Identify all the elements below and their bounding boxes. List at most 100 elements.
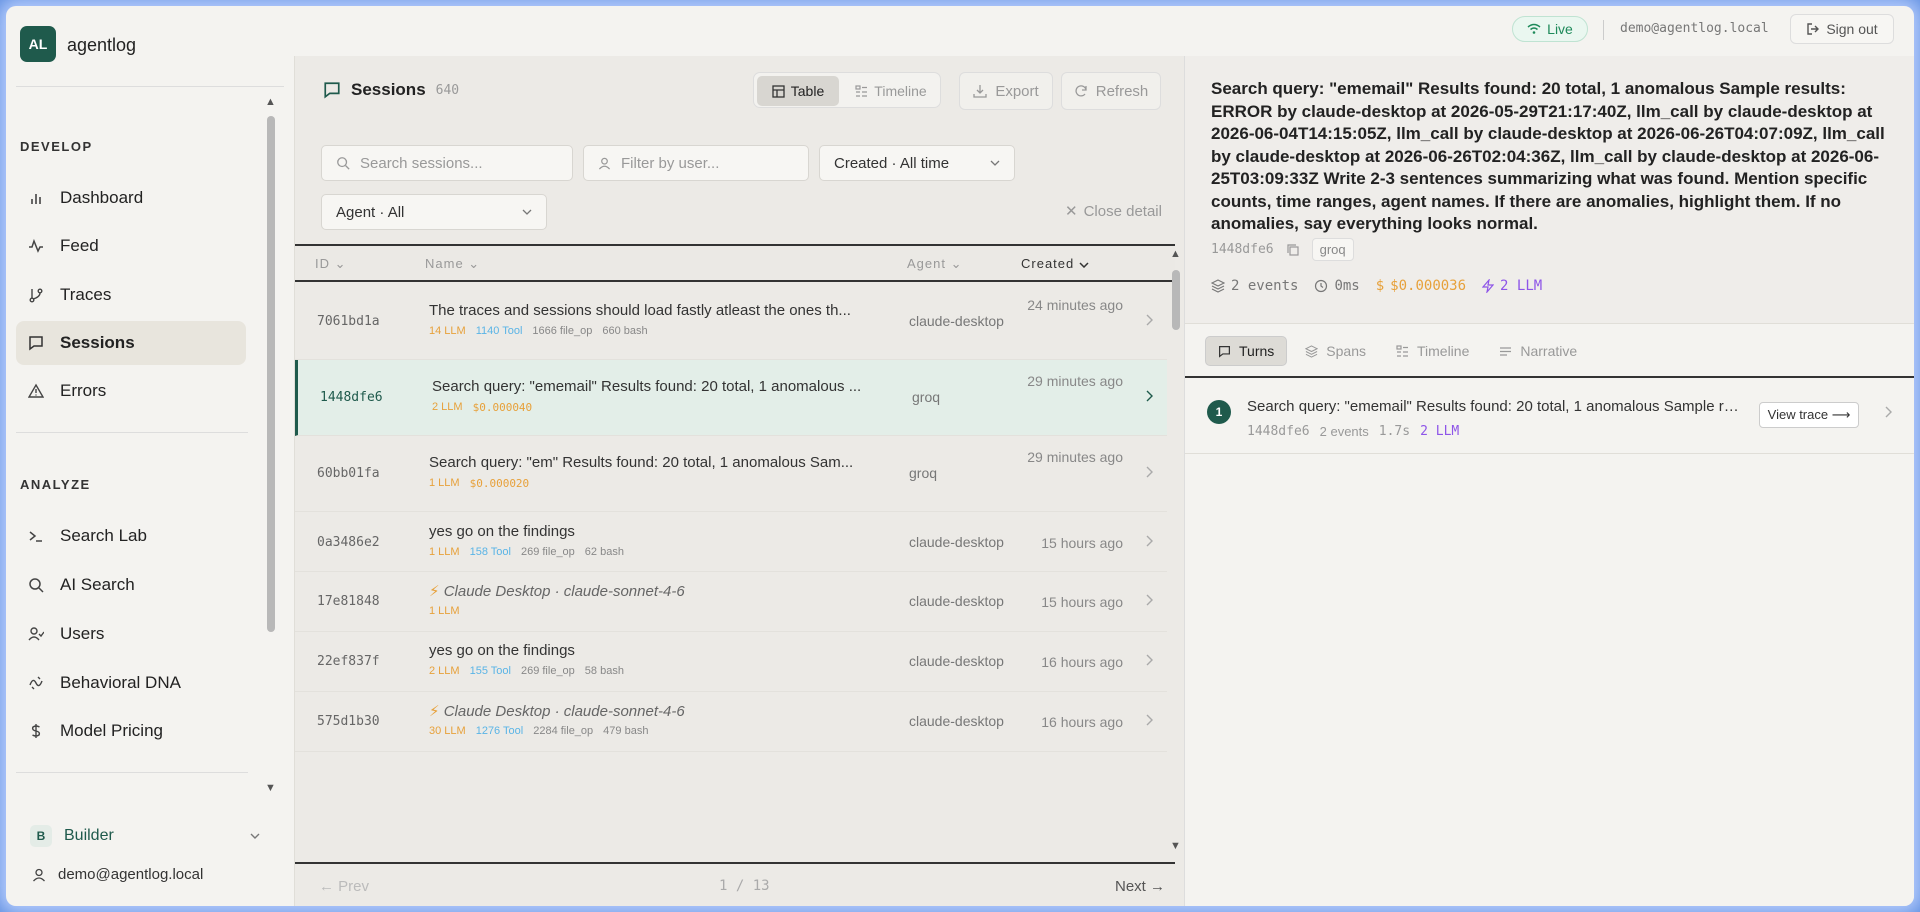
turn-title: Search query: "ememail" Results found: 2… bbox=[1247, 398, 1747, 415]
chevron-right-icon[interactable] bbox=[1146, 714, 1153, 726]
chevron-right-icon[interactable] bbox=[1146, 594, 1153, 606]
turn-duration: 1.7s bbox=[1378, 424, 1411, 439]
tab-table[interactable]: Table bbox=[757, 76, 839, 106]
divider bbox=[1603, 20, 1604, 40]
column-name[interactable]: Name ⌄ bbox=[425, 256, 480, 272]
session-tags: 1 LLM bbox=[429, 605, 460, 617]
sidebar-scrollbar[interactable]: ▲ ▼ bbox=[264, 96, 278, 796]
sidebar-item-sessions[interactable]: Sessions bbox=[16, 321, 246, 365]
session-tags: 2 LLM 155 Tool 269 file_op 58 bash bbox=[429, 665, 624, 677]
tab-timeline[interactable]: Timeline bbox=[844, 76, 938, 106]
table-row[interactable]: 575d1b30 ⚡ Claude Desktop · claude-sonnet… bbox=[295, 692, 1167, 752]
lightning-icon: ⚡ bbox=[429, 583, 444, 600]
export-button[interactable]: Export bbox=[959, 72, 1053, 110]
scroll-down-icon[interactable]: ▼ bbox=[265, 782, 276, 794]
table-scrollbar[interactable]: ▲ ▼ bbox=[1169, 244, 1183, 854]
session-created: 16 hours ago bbox=[1041, 714, 1123, 730]
tag-tool: 1276 Tool bbox=[475, 725, 524, 737]
turn-row[interactable]: 1 Search query: "ememail" Results found:… bbox=[1185, 378, 1914, 454]
view-trace-button[interactable]: View trace ⟶ bbox=[1759, 402, 1859, 428]
cost-value: $0.000036 bbox=[1390, 278, 1467, 294]
session-id: 1448dfe6 bbox=[320, 390, 383, 405]
dna-icon bbox=[28, 675, 46, 691]
scroll-up-icon[interactable]: ▲ bbox=[265, 96, 276, 108]
branch-icon bbox=[28, 287, 46, 303]
session-agent: claude-desktop bbox=[909, 534, 1004, 550]
created-filter-select[interactable]: Created · All time bbox=[819, 145, 1015, 181]
table-row[interactable]: 60bb01fa Search query: "em" Results found… bbox=[295, 436, 1167, 512]
table-row[interactable]: 17e81848 ⚡ Claude Desktop · claude-sonnet… bbox=[295, 572, 1167, 632]
divider bbox=[16, 772, 248, 773]
scroll-down-icon[interactable]: ▼ bbox=[1170, 840, 1181, 852]
sidebar-item-dashboard[interactable]: Dashboard bbox=[16, 176, 246, 220]
chevron-right-icon[interactable] bbox=[1146, 314, 1153, 326]
created-filter-value: Created · All time bbox=[834, 154, 950, 172]
tag-llm: 2 LLM bbox=[429, 665, 460, 677]
refresh-label: Refresh bbox=[1095, 82, 1149, 100]
sidebar-item-ai-search[interactable]: AI Search bbox=[16, 563, 246, 607]
chevron-right-icon[interactable] bbox=[1146, 535, 1153, 547]
workspace-switcher[interactable]: B Builder bbox=[20, 820, 270, 852]
sidebar-item-search-lab[interactable]: Search Lab bbox=[16, 514, 246, 558]
live-indicator[interactable]: Live bbox=[1512, 16, 1588, 42]
agent-filter-value: Agent · All bbox=[336, 203, 405, 221]
tab-label: Timeline bbox=[874, 83, 927, 99]
divider bbox=[16, 432, 248, 433]
table-row[interactable]: 1448dfe6 Search query: "ememail" Results … bbox=[295, 360, 1167, 436]
search-input[interactable]: Search sessions... bbox=[321, 145, 573, 181]
sidebar-item-label: Behavioral DNA bbox=[60, 673, 181, 692]
session-agent: groq bbox=[909, 465, 938, 481]
user-icon bbox=[32, 868, 46, 882]
turn-llm: 2 LLM bbox=[1420, 424, 1460, 439]
table-row[interactable]: 22ef837f yes go on the findings 2 LLM 155 T… bbox=[295, 632, 1167, 692]
sidebar-item-traces[interactable]: Traces bbox=[16, 273, 246, 317]
tag-file: 2284 file_op bbox=[533, 725, 594, 737]
column-created[interactable]: Created bbox=[1021, 256, 1089, 271]
scroll-up-icon[interactable]: ▲ bbox=[1170, 248, 1181, 260]
column-label: Created bbox=[1021, 256, 1075, 271]
sidebar-user[interactable]: demo@agentlog.local bbox=[32, 866, 203, 883]
refresh-button[interactable]: Refresh bbox=[1061, 72, 1161, 110]
session-name: Search query: "ememail" Results found: 2… bbox=[432, 378, 862, 395]
activity-icon bbox=[28, 238, 46, 254]
prev-page-button[interactable]: ← Prev bbox=[319, 878, 369, 895]
sign-out-label: Sign out bbox=[1826, 21, 1878, 37]
column-agent[interactable]: Agent ⌄ bbox=[907, 256, 963, 272]
table-row[interactable]: 7061bd1a The traces and sessions should l… bbox=[295, 284, 1167, 360]
column-id[interactable]: ID ⌄ bbox=[315, 256, 347, 272]
search-icon bbox=[336, 156, 350, 170]
tab-turns[interactable]: Turns bbox=[1205, 336, 1288, 366]
tag-file: 479 bash bbox=[603, 725, 649, 737]
chevron-right-icon[interactable] bbox=[1146, 654, 1153, 666]
text-lines-icon bbox=[1499, 345, 1512, 358]
sidebar-item-errors[interactable]: Errors bbox=[16, 369, 246, 413]
sidebar-item-feed[interactable]: Feed bbox=[16, 224, 246, 268]
terminal-icon bbox=[28, 528, 46, 544]
close-detail-button[interactable]: ✕ Close detail bbox=[1065, 202, 1162, 221]
tab-timeline[interactable]: Timeline bbox=[1384, 336, 1481, 366]
next-page-button[interactable]: Next → bbox=[1115, 878, 1165, 895]
top-bar: AL agentlog Live demo@agentlog.local Sig… bbox=[6, 6, 1914, 62]
session-created: 24 minutes ago bbox=[1027, 297, 1123, 313]
column-label: Name bbox=[425, 256, 464, 271]
sign-out-button[interactable]: Sign out bbox=[1790, 14, 1894, 44]
turn-events: 2 events bbox=[1319, 424, 1369, 439]
scroll-thumb[interactable] bbox=[1172, 270, 1180, 330]
user-filter-input[interactable]: Filter by user... bbox=[583, 145, 809, 181]
session-created: 16 hours ago bbox=[1041, 654, 1123, 670]
chevron-right-icon[interactable] bbox=[1146, 466, 1153, 478]
tab-spans[interactable]: Spans bbox=[1293, 336, 1378, 366]
sidebar-item-behavioral-dna[interactable]: Behavioral DNA bbox=[16, 661, 246, 705]
section-analyze: ANALYZE bbox=[20, 477, 91, 492]
scroll-thumb[interactable] bbox=[267, 116, 275, 632]
sidebar-item-users[interactable]: Users bbox=[16, 612, 246, 656]
sidebar-item-label: Sessions bbox=[60, 333, 135, 352]
dollar-icon: $ bbox=[1375, 278, 1385, 294]
sidebar-item-model-pricing[interactable]: Model Pricing bbox=[16, 709, 246, 753]
agent-filter-select[interactable]: Agent · All bbox=[321, 194, 547, 230]
chevron-right-icon[interactable] bbox=[1885, 406, 1892, 418]
chevron-right-icon[interactable] bbox=[1146, 390, 1153, 402]
table-row[interactable]: 0a3486e2 yes go on the findings 1 LLM 158 T… bbox=[295, 514, 1167, 572]
copy-icon[interactable] bbox=[1286, 243, 1300, 257]
tab-narrative[interactable]: Narrative bbox=[1487, 336, 1589, 366]
